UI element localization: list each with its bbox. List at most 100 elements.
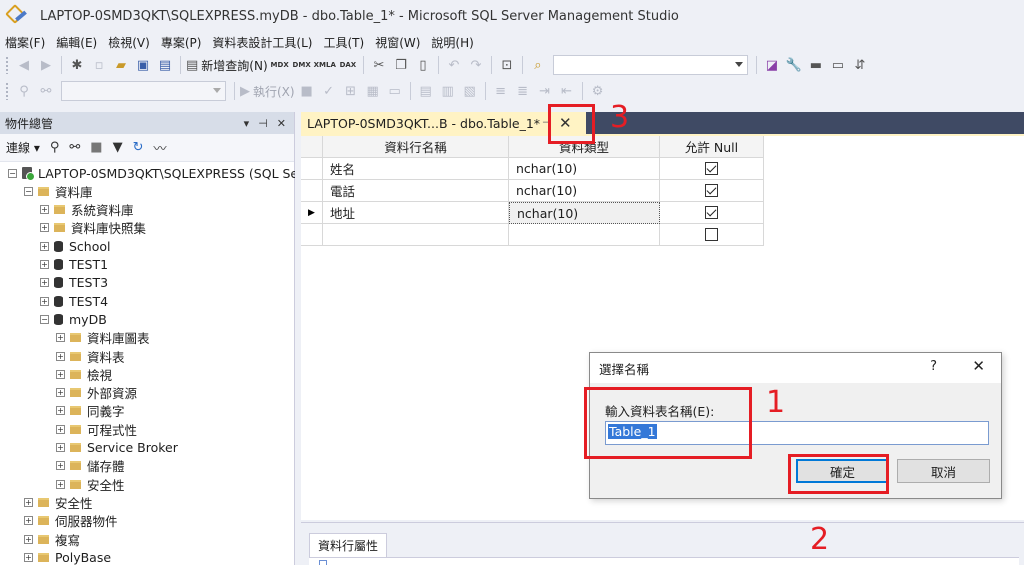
parse-icon[interactable]: ✓ <box>319 81 339 101</box>
expand-icon[interactable]: + <box>40 296 49 306</box>
allow-null-cell[interactable] <box>660 224 764 246</box>
connect-icon[interactable]: ⚲ <box>14 81 34 101</box>
allow-null-checkbox[interactable] <box>705 228 718 241</box>
disconnect-icon[interactable]: ⚯ <box>69 140 80 155</box>
screenshot-icon[interactable]: ⊡ <box>497 55 517 75</box>
dialog-close-icon[interactable]: ✕ <box>972 357 985 375</box>
menu-project[interactable]: 專案(P) <box>156 34 208 51</box>
tree-node[interactable]: + 複寫 <box>24 530 80 548</box>
mdx-query-button[interactable]: MDX <box>270 55 290 75</box>
copy-icon[interactable]: ❐ <box>391 55 411 75</box>
expand-icon[interactable]: + <box>56 424 65 434</box>
allow-null-checkbox[interactable] <box>705 206 718 219</box>
menu-view[interactable]: 檢視(V) <box>103 34 156 51</box>
tree-node[interactable]: + 伺服器物件 <box>24 512 118 530</box>
new-query-button[interactable]: ▤ 新增查詢(N) <box>186 55 268 75</box>
help-icon[interactable]: ? <box>930 359 937 374</box>
allow-null-cell[interactable] <box>660 180 764 202</box>
menu-file[interactable]: 檔案(F) <box>0 34 51 51</box>
pin-icon[interactable]: ⊣ <box>258 117 268 130</box>
connect-dropdown[interactable]: 連線 ▾ <box>6 139 40 156</box>
toolbar-grip-2[interactable] <box>5 82 9 100</box>
properties-wrench-icon[interactable]: 🔧 <box>784 55 804 75</box>
expand-icon[interactable]: + <box>56 388 65 398</box>
tab-table-designer[interactable]: LAPTOP-0SMD3QKT...B - dbo.Table_1* ⊣ ✕ <box>301 112 586 134</box>
allow-null-checkbox[interactable] <box>705 162 718 175</box>
tree-node[interactable]: + 檢視 <box>56 365 112 383</box>
allow-null-cell[interactable] <box>660 202 764 224</box>
column-name-cell[interactable] <box>323 224 509 246</box>
plan-icon[interactable]: ⊞ <box>341 81 361 101</box>
tree-node[interactable]: − 資料庫 <box>24 182 93 200</box>
tree-node[interactable]: + 安全性 <box>56 475 125 493</box>
column-header[interactable]: 資料行名稱 <box>323 136 509 158</box>
tree-node[interactable]: + School <box>40 237 111 255</box>
customize-icon[interactable]: ⇵ <box>850 55 870 75</box>
results-file-icon[interactable]: ▥ <box>438 81 458 101</box>
tab-column-properties[interactable]: 資料行屬性 <box>309 533 388 557</box>
refresh-icon[interactable]: ↻ <box>133 140 144 155</box>
cut-icon[interactable]: ✂ <box>369 55 389 75</box>
tree-node[interactable]: + TEST4 <box>40 292 108 310</box>
expand-icon[interactable]: + <box>56 443 65 452</box>
tree-node[interactable]: − LAPTOP-0SMD3QKT\SQLEXPRESS (SQL Server <box>8 164 324 182</box>
cancel-button[interactable]: 取消 <box>897 459 990 483</box>
uncomment-icon[interactable]: ≣ <box>513 81 533 101</box>
expand-icon[interactable]: + <box>56 333 65 343</box>
expand-icon[interactable]: + <box>56 461 65 471</box>
expand-icon[interactable]: + <box>24 552 33 562</box>
query-options-icon[interactable]: ▦ <box>363 81 383 101</box>
panel-menu-icon[interactable]: ▾ <box>244 117 250 130</box>
xmla-query-button[interactable]: XMLA <box>314 55 336 75</box>
filter-icon[interactable]: ▼ <box>113 140 123 155</box>
results-grid-icon[interactable]: ▤ <box>416 81 436 101</box>
row-selector[interactable] <box>301 224 323 246</box>
expand-icon[interactable]: + <box>24 497 33 507</box>
tree-node[interactable]: + 同義字 <box>56 402 125 420</box>
menu-tools[interactable]: 工具(T) <box>318 34 370 51</box>
specify-values-icon[interactable]: ⚙ <box>588 81 608 101</box>
tree-node[interactable]: + 資料庫圖表 <box>56 329 150 347</box>
menu-edit[interactable]: 編輯(E) <box>51 34 103 51</box>
connect-plug-icon[interactable]: ⚲ <box>50 140 60 155</box>
tree-node[interactable]: + 外部資源 <box>56 384 137 402</box>
column-header[interactable]: 允許 Null <box>660 136 764 158</box>
new-project-icon[interactable]: ✱ <box>67 55 87 75</box>
data-type-cell[interactable]: nchar(10) <box>509 202 660 224</box>
tree-node[interactable]: + PolyBase <box>24 548 111 565</box>
menu-help[interactable]: 說明(H) <box>426 34 479 51</box>
column-name-cell[interactable]: 地址 <box>323 202 509 224</box>
save-icon[interactable]: ▣ <box>133 55 153 75</box>
save-all-icon[interactable]: ▤ <box>155 55 175 75</box>
execute-button[interactable]: ▶ 執行(X) <box>240 81 295 101</box>
tree-node[interactable]: + Service Broker <box>56 439 178 457</box>
dmx-query-button[interactable]: DMX <box>292 55 312 75</box>
forward-icon[interactable]: ▶ <box>36 55 56 75</box>
column-name-cell[interactable]: 電話 <box>323 180 509 202</box>
open-file-icon[interactable]: ▰ <box>111 55 131 75</box>
allow-null-cell[interactable] <box>660 158 764 180</box>
expand-icon[interactable]: + <box>56 406 65 416</box>
activity-monitor-icon[interactable]: 〰 <box>154 138 167 157</box>
find-combo[interactable] <box>552 55 748 75</box>
tree-node[interactable]: + 儲存體 <box>56 457 125 475</box>
tree-node[interactable]: + 資料庫快照集 <box>40 219 146 237</box>
expand-icon[interactable]: + <box>40 260 49 269</box>
expand-icon[interactable]: + <box>56 479 65 489</box>
tree-node[interactable]: − myDB <box>40 310 107 328</box>
indent-icon[interactable]: ⇥ <box>535 81 555 101</box>
undo-icon[interactable]: ↶ <box>444 55 464 75</box>
column-name-cell[interactable]: 姓名 <box>323 158 509 180</box>
more-icon[interactable]: ▭ <box>828 55 848 75</box>
row-selector[interactable] <box>301 180 323 202</box>
expand-icon[interactable]: + <box>24 534 33 544</box>
toolbox-icon[interactable]: ▬ <box>806 55 826 75</box>
redo-icon[interactable]: ↷ <box>466 55 486 75</box>
current-row-arrow-icon[interactable]: ▶ <box>301 202 323 224</box>
tree-node[interactable]: + TEST3 <box>40 274 108 292</box>
outdent-icon[interactable]: ⇤ <box>557 81 577 101</box>
data-type-cell[interactable]: nchar(10) <box>509 180 660 202</box>
change-connection-icon[interactable]: ⚯ <box>36 81 56 101</box>
back-icon[interactable]: ◀ <box>14 55 34 75</box>
paste-icon[interactable]: ▯ <box>413 55 433 75</box>
